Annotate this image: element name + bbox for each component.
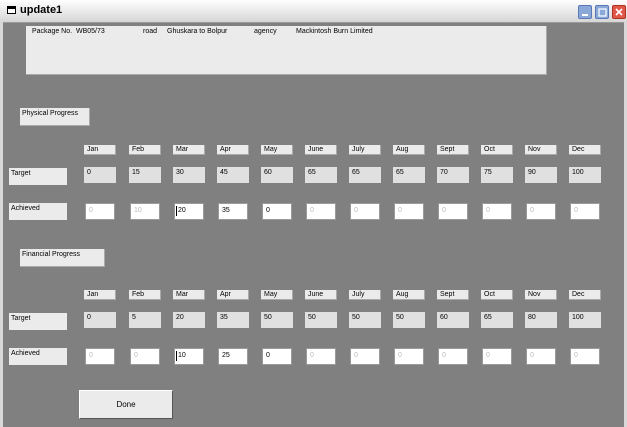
financial-achieved-jan-input[interactable]: 0: [85, 348, 115, 365]
physical-achieved-sept-input[interactable]: 0: [438, 203, 468, 220]
financial-month-dec: Dec: [569, 290, 601, 300]
agency-label: agency: [254, 28, 277, 35]
financial-target-july: 50: [349, 312, 381, 328]
financial-target-jan: 0: [84, 312, 116, 328]
physical-month-apr: Apr: [217, 145, 249, 155]
financial-achieved-nov-input[interactable]: 0: [526, 348, 556, 365]
physical-achieved-june-input[interactable]: 0: [306, 203, 336, 220]
physical-achieved-jan-input[interactable]: 0: [85, 203, 115, 220]
agency-value: Mackintosh Burn Limited: [296, 28, 373, 35]
financial-month-apr: Apr: [217, 290, 249, 300]
financial-month-mar: Mar: [173, 290, 205, 300]
physical-month-aug: Aug: [393, 145, 425, 155]
update1-window: update1 Package No. WB05/73 road Ghuskar…: [0, 0, 627, 427]
financial-achieved-aug-input[interactable]: 0: [394, 348, 424, 365]
financial-month-nov: Nov: [525, 290, 557, 300]
physical-month-july: July: [349, 145, 381, 155]
financial-month-oct: Oct: [481, 290, 513, 300]
financial-month-aug: Aug: [393, 290, 425, 300]
financial-achieved-dec-input[interactable]: 0: [570, 348, 600, 365]
maximize-icon: [598, 8, 607, 17]
package-info-box: Package No. WB05/73 road Ghuskara to Bol…: [26, 26, 547, 75]
financial-target-label: Target: [9, 313, 67, 330]
window-frame-left: [0, 22, 3, 427]
physical-achieved-dec-input[interactable]: 0: [570, 203, 600, 220]
physical-achieved-nov-input[interactable]: 0: [526, 203, 556, 220]
physical-achieved-oct-input[interactable]: 0: [482, 203, 512, 220]
physical-target-june: 65: [305, 167, 337, 183]
financial-target-feb: 5: [129, 312, 161, 328]
package-value: WB05/73: [76, 28, 105, 35]
close-icon: [615, 8, 623, 16]
financial-target-dec: 100: [569, 312, 601, 328]
physical-target-dec: 100: [569, 167, 601, 183]
physical-month-may: May: [261, 145, 293, 155]
financial-achieved-june-input[interactable]: 0: [306, 348, 336, 365]
physical-month-dec: Dec: [569, 145, 601, 155]
minimize-button[interactable]: [578, 5, 592, 19]
financial-achieved-feb-input[interactable]: 0: [130, 348, 160, 365]
physical-achieved-aug-input[interactable]: 0: [394, 203, 424, 220]
financial-month-feb: Feb: [129, 290, 161, 300]
physical-target-feb: 15: [129, 167, 161, 183]
physical-month-oct: Oct: [481, 145, 513, 155]
minimize-icon: [582, 14, 588, 16]
road-label: road: [143, 28, 158, 35]
financial-achieved-may-input[interactable]: 0: [262, 348, 292, 365]
physical-achieved-may-input[interactable]: 0: [262, 203, 292, 220]
package-label: Package No.: [32, 28, 73, 35]
physical-target-july: 65: [349, 167, 381, 183]
window-icon: [7, 6, 16, 14]
financial-target-apr: 35: [217, 312, 249, 328]
physical-month-nov: Nov: [525, 145, 557, 155]
physical-month-june: June: [305, 145, 337, 155]
financial-month-may: May: [261, 290, 293, 300]
done-button[interactable]: Done: [79, 390, 173, 419]
financial-achieved-apr-input[interactable]: 25: [218, 348, 248, 365]
physical-target-aug: 65: [393, 167, 425, 183]
physical-month-mar: Mar: [173, 145, 205, 155]
physical-target-sept: 70: [437, 167, 469, 183]
physical-month-feb: Feb: [129, 145, 161, 155]
financial-target-may: 50: [261, 312, 293, 328]
physical-achieved-july-input[interactable]: 0: [350, 203, 380, 220]
financial-achieved-sept-input[interactable]: 0: [438, 348, 468, 365]
financial-month-jan: Jan: [84, 290, 116, 300]
maximize-button[interactable]: [595, 5, 609, 19]
physical-month-sept: Sept: [437, 145, 469, 155]
financial-target-mar: 20: [173, 312, 205, 328]
physical-target-oct: 75: [481, 167, 513, 183]
financial-target-june: 50: [305, 312, 337, 328]
title-bar[interactable]: update1: [0, 0, 627, 23]
physical-target-apr: 45: [217, 167, 249, 183]
physical-achieved-mar-input[interactable]: 20: [174, 203, 204, 220]
financial-achieved-july-input[interactable]: 0: [350, 348, 380, 365]
physical-target-nov: 90: [525, 167, 557, 183]
financial-month-sept: Sept: [437, 290, 469, 300]
window-title: update1: [20, 4, 63, 16]
physical-target-may: 60: [261, 167, 293, 183]
physical-achieved-label: Achieved: [9, 203, 67, 220]
financial-month-june: June: [305, 290, 337, 300]
physical-month-jan: Jan: [84, 145, 116, 155]
financial-progress-label: Financial Progress: [20, 249, 105, 267]
physical-target-jan: 0: [84, 167, 116, 183]
financial-achieved-mar-input[interactable]: 10: [174, 348, 204, 365]
financial-achieved-label: Achieved: [9, 348, 67, 365]
physical-target-label: Target: [9, 168, 67, 185]
financial-achieved-oct-input[interactable]: 0: [482, 348, 512, 365]
financial-target-nov: 80: [525, 312, 557, 328]
physical-progress-label: Physical Progress: [20, 108, 90, 126]
financial-target-sept: 60: [437, 312, 469, 328]
road-value: Ghuskara to Bolpur: [167, 28, 228, 35]
physical-achieved-apr-input[interactable]: 35: [218, 203, 248, 220]
close-button[interactable]: [612, 5, 626, 19]
physical-achieved-feb-input[interactable]: 10: [130, 203, 160, 220]
financial-month-july: July: [349, 290, 381, 300]
financial-target-aug: 50: [393, 312, 425, 328]
financial-target-oct: 65: [481, 312, 513, 328]
physical-target-mar: 30: [173, 167, 205, 183]
